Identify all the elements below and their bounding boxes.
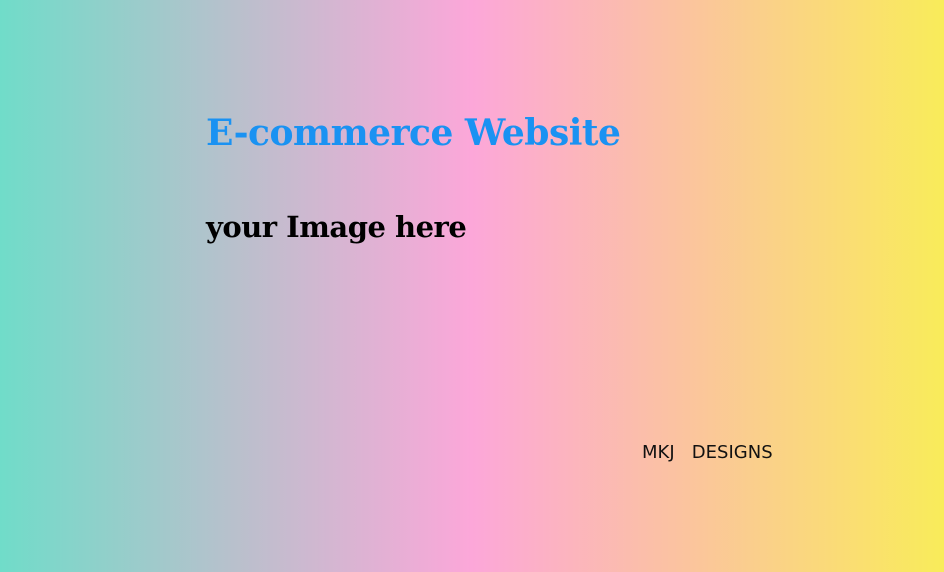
brand-label: MKJ DESIGNS: [642, 442, 773, 463]
page-title: E-commerce Website: [206, 112, 621, 154]
image-placeholder-text: your Image here: [206, 210, 467, 244]
